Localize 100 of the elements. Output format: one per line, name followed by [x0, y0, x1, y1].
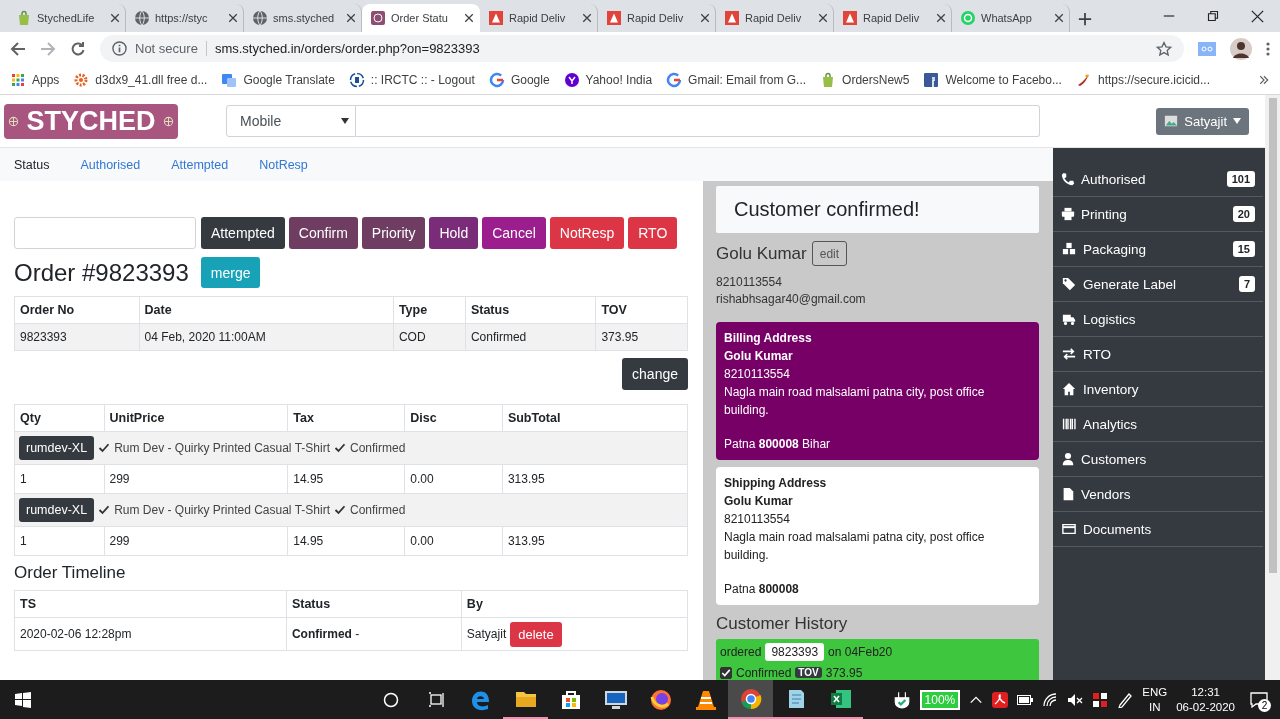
- tov-tag: TOV: [795, 667, 822, 678]
- search-type-select[interactable]: Mobile: [226, 105, 356, 137]
- phone-number: 8210113554: [716, 274, 783, 291]
- restore-icon[interactable]: [1207, 10, 1219, 22]
- address-text: Nagla main road malsalami patna city, post office building.: [724, 384, 986, 419]
- sidebar-item[interactable]: Packaging 15: [1053, 232, 1263, 267]
- edit-button[interactable]: edit: [811, 241, 848, 266]
- sidebar-item[interactable]: RTO: [1053, 337, 1263, 372]
- count-badge: 101: [1226, 171, 1255, 187]
- back-icon[interactable]: [10, 40, 26, 57]
- round-browser-icon[interactable]: [648, 687, 673, 712]
- column-header: Qty: [14, 404, 104, 432]
- bookmark[interactable]: Gmail: Email from G...: [666, 71, 807, 88]
- language-indicator[interactable]: ENG IN: [1142, 684, 1168, 715]
- info-icon[interactable]: [112, 41, 127, 56]
- sidebar-item[interactable]: Documents: [1053, 512, 1263, 547]
- change-button[interactable]: change: [622, 358, 688, 390]
- status-button[interactable]: Priority: [361, 217, 426, 249]
- close-icon[interactable]: [1251, 9, 1264, 23]
- bookmark[interactable]: https://secure.icicid...: [1075, 71, 1210, 88]
- close-icon[interactable]: [818, 13, 828, 23]
- bookmark[interactable]: Apps: [10, 71, 60, 88]
- sidebar-item[interactable]: Customers: [1053, 442, 1263, 477]
- battery-icon[interactable]: [1017, 694, 1034, 705]
- card-icon: [1061, 522, 1077, 536]
- input-field[interactable]: [14, 217, 196, 249]
- status-button[interactable]: NotResp: [549, 217, 625, 249]
- logo[interactable]: STYCHED: [4, 103, 178, 139]
- bookmark[interactable]: Google: [488, 71, 550, 88]
- more-icon[interactable]: [1258, 73, 1270, 86]
- email: rishabhsagar40@gmail.com: [716, 291, 867, 308]
- bookmark[interactable]: d3dx9_41.dll free d...: [73, 71, 208, 88]
- app-icon[interactable]: [992, 691, 1009, 708]
- status-button[interactable]: RTO: [628, 217, 678, 249]
- pen-icon[interactable]: [1117, 691, 1134, 708]
- status-button[interactable]: Hold: [429, 217, 479, 249]
- order-number-tag[interactable]: 9823393: [765, 642, 825, 661]
- nav-link[interactable]: NotResp: [259, 157, 308, 172]
- apps-icon: [10, 71, 26, 88]
- delete-button[interactable]: delete: [510, 621, 562, 647]
- sidebar-item[interactable]: Analytics: [1053, 407, 1263, 442]
- close-icon[interactable]: [582, 13, 592, 23]
- logo-text: STYCHED: [26, 105, 156, 137]
- status-button[interactable]: Confirm: [288, 217, 358, 249]
- plug-icon[interactable]: [892, 689, 911, 710]
- scrollbar[interactable]: [1265, 95, 1280, 680]
- user-menu-button[interactable]: Satyajit: [1156, 107, 1249, 135]
- reload-icon[interactable]: [70, 40, 86, 57]
- nav-link[interactable]: Authorised: [80, 157, 141, 172]
- column-header: Disc: [404, 404, 503, 432]
- close-icon[interactable]: [936, 13, 946, 23]
- star-icon[interactable]: [1156, 40, 1172, 57]
- sidebar-item[interactable]: Printing 20: [1053, 197, 1263, 232]
- ring-icon[interactable]: [738, 686, 763, 711]
- address-bar[interactable]: Not secure sms.styched.in/orders/order.php?on=9823393: [100, 35, 1184, 62]
- boxes-icon[interactable]: [1092, 691, 1109, 708]
- plus-icon[interactable]: [1078, 12, 1092, 26]
- close-icon[interactable]: [110, 13, 120, 23]
- square-logo-icon: [923, 71, 940, 88]
- checkbox[interactable]: [720, 666, 732, 679]
- sidebar-item[interactable]: Vendors: [1053, 477, 1263, 512]
- table-cell: Confirmed -: [286, 617, 462, 651]
- bookmark[interactable]: Google Translate: [221, 71, 335, 88]
- close-icon[interactable]: [1054, 13, 1064, 23]
- table-cell: 1: [14, 464, 104, 494]
- windows-logo-icon[interactable]: [14, 691, 31, 708]
- status-button[interactable]: Attempted: [201, 217, 285, 249]
- status-button[interactable]: Cancel: [482, 217, 546, 249]
- bookmark[interactable]: Welcome to Facebo...: [923, 71, 1062, 88]
- phone-icon: [1061, 172, 1075, 186]
- table-cell: 1: [14, 526, 104, 556]
- close-icon[interactable]: [228, 13, 238, 23]
- sidebar-item[interactable]: Inventory: [1053, 372, 1263, 407]
- history-total: 373.95: [825, 665, 863, 680]
- column-header: TOV: [595, 296, 688, 324]
- search-icon[interactable]: [382, 691, 399, 708]
- check-icon: [721, 667, 731, 678]
- menu-icon[interactable]: [1266, 40, 1270, 57]
- close-icon[interactable]: [700, 13, 710, 23]
- wifi-icon[interactable]: [1042, 691, 1059, 708]
- sidebar-item[interactable]: Generate Label 7: [1053, 267, 1263, 302]
- search-field[interactable]: [356, 105, 1040, 137]
- sidebar-item[interactable]: Authorised 101: [1053, 162, 1263, 197]
- close-icon[interactable]: [346, 13, 356, 23]
- browser-tab[interactable]: Order Statu: [362, 4, 480, 32]
- status-banner: Customer confirmed!: [716, 186, 1039, 233]
- bag-icon: [16, 10, 32, 26]
- bookmark[interactable]: :: IRCTC :: - Logout: [348, 71, 475, 88]
- sidebar-item[interactable]: Logistics: [1053, 302, 1263, 337]
- task-view-icon[interactable]: [426, 691, 445, 708]
- avatar-icon[interactable]: [1230, 37, 1252, 60]
- printer-icon: [1061, 207, 1075, 221]
- close-icon[interactable]: [464, 13, 474, 23]
- table-cell: 04 Feb, 2020 11:00AM: [139, 323, 394, 351]
- bookmark[interactable]: Yahoo! India: [563, 71, 653, 88]
- nav-link[interactable]: Status: [14, 157, 50, 172]
- nav-link[interactable]: Attempted: [171, 157, 229, 172]
- clock[interactable]: 12:31 06-02-2020: [1176, 684, 1235, 715]
- notification-button[interactable]: 2: [1244, 680, 1274, 719]
- bookmark[interactable]: OrdersNew5: [820, 71, 910, 88]
